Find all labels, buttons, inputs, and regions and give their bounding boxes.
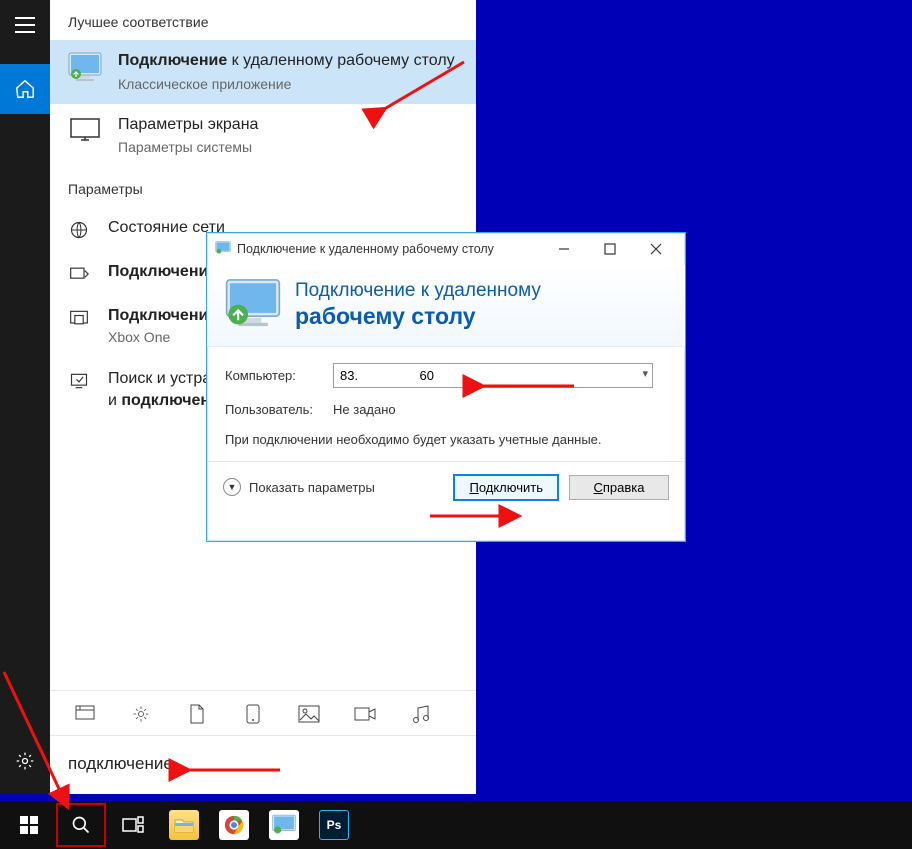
taskbar-app-explorer[interactable] <box>160 803 208 847</box>
start-left-rail <box>0 0 50 794</box>
troubleshoot-icon <box>68 370 90 392</box>
filter-music-icon[interactable] <box>410 703 432 725</box>
hamburger-button[interactable] <box>0 0 50 50</box>
rdp-header: Подключение к удаленному рабочему столу <box>207 265 685 347</box>
user-value: Не задано <box>333 402 396 417</box>
filter-documents-icon[interactable] <box>186 703 208 725</box>
section-best-match: Лучшее соответствие <box>50 0 476 40</box>
connect-button[interactable]: Подключить <box>453 474 559 501</box>
rdp-titlebar-icon <box>215 241 231 257</box>
rdp-header-icon <box>225 278 281 334</box>
rdp-titlebar[interactable]: Подключение к удаленному рабочему столу <box>207 233 685 265</box>
globe-icon <box>68 219 90 241</box>
connect-icon <box>68 263 90 285</box>
show-options-toggle[interactable]: ▼ Показать параметры <box>223 478 375 496</box>
computer-input[interactable] <box>333 363 653 388</box>
result-display-subtitle: Параметры системы <box>118 139 258 155</box>
search-input-text[interactable]: подключение <box>50 736 476 794</box>
computer-combo[interactable]: ▾ <box>333 363 653 388</box>
settings-gear-button[interactable] <box>0 736 50 786</box>
filter-apps-icon[interactable] <box>74 703 96 725</box>
start-button[interactable] <box>4 803 54 847</box>
result-rdp-title: Подключение к удаленному рабочему столу <box>118 50 455 72</box>
taskbar-app-chrome[interactable] <box>210 803 258 847</box>
rdp-header-line2: рабочему столу <box>295 303 541 331</box>
filter-videos-icon[interactable] <box>354 703 376 725</box>
filter-settings-icon[interactable] <box>130 703 152 725</box>
filter-web-icon[interactable] <box>242 703 264 725</box>
rdp-window-title: Подключение к удаленному рабочему столу <box>237 242 541 256</box>
search-taskbar-button[interactable] <box>56 803 106 847</box>
computer-label: Компьютер: <box>225 368 321 383</box>
task-view-button[interactable] <box>108 803 158 847</box>
result-row-rdp[interactable]: Подключение к удаленному рабочему столу … <box>50 40 476 104</box>
result-display-title: Параметры экрана <box>118 114 258 136</box>
window-minimize-button[interactable] <box>541 234 587 264</box>
result-row-display-settings[interactable]: Параметры экрана Параметры системы <box>50 104 476 168</box>
window-close-button[interactable] <box>633 234 679 264</box>
user-label: Пользователь: <box>225 402 321 417</box>
credentials-hint: При подключении необходимо будет указать… <box>225 431 667 449</box>
rdp-app-icon <box>68 50 102 84</box>
rdp-dialog: Подключение к удаленному рабочему столу … <box>206 232 686 542</box>
chevron-down-circle-icon: ▼ <box>223 478 241 496</box>
section-params: Параметры <box>50 167 476 207</box>
result-rdp-subtitle: Классическое приложение <box>118 76 455 92</box>
taskbar-app-photoshop[interactable]: Ps <box>310 803 358 847</box>
taskbar-app-rdp[interactable] <box>260 803 308 847</box>
taskbar: Ps <box>0 801 912 849</box>
chevron-down-icon[interactable]: ▾ <box>642 367 648 380</box>
filter-photos-icon[interactable] <box>298 703 320 725</box>
rdp-header-line1: Подключение к удаленному <box>295 280 541 303</box>
filter-category-strip <box>50 690 476 736</box>
home-button[interactable] <box>0 64 50 114</box>
help-button[interactable]: Справка <box>569 475 669 500</box>
monitor-icon <box>68 114 102 148</box>
window-maximize-button[interactable] <box>587 234 633 264</box>
cast-icon <box>68 307 90 329</box>
